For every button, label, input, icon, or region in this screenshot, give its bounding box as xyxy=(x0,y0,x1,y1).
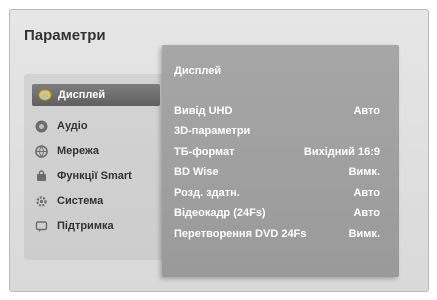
network-icon xyxy=(34,144,48,158)
setting-value: Вимк. xyxy=(348,228,380,240)
setting-label: 3D-параметри xyxy=(174,125,251,137)
setting-label: Перетворення DVD 24Fs xyxy=(174,228,307,240)
setting-resolution[interactable]: Розд. здатн. Авто xyxy=(174,184,380,202)
menu-item-label: Мережа xyxy=(57,145,100,157)
menu-item-label: Дисплей xyxy=(58,89,106,101)
menu-item-smart[interactable]: Функції Smart xyxy=(24,164,174,188)
setting-label: ТБ-формат xyxy=(174,146,235,158)
menu-item-label: Підтримка xyxy=(57,220,114,232)
setting-value: Авто xyxy=(353,187,380,199)
menu-item-label: Система xyxy=(57,195,104,207)
display-settings-panel: Дисплей Вивід UHD Авто 3D-параметри ТБ-ф… xyxy=(162,45,399,277)
setting-tv-format[interactable]: ТБ-формат Вихідний 16:9 xyxy=(174,143,380,161)
page-title: Параметри xyxy=(24,27,106,44)
setting-dvd-24fs[interactable]: Перетворення DVD 24Fs Вимк. xyxy=(174,225,380,243)
setting-video-frame[interactable]: Відеокадр (24Fs) Авто xyxy=(174,204,380,222)
setting-value: Вимк. xyxy=(348,166,380,178)
setting-label: Вивід UHD xyxy=(174,105,233,117)
setting-value: Авто xyxy=(353,105,380,117)
setting-value: Авто xyxy=(353,207,380,219)
setting-value: Вихідний 16:9 xyxy=(303,146,380,158)
settings-screen: Параметри Аудіо Мережа Функції Smart Сис… xyxy=(9,9,429,292)
menu-item-network[interactable]: Мережа xyxy=(24,139,174,163)
menu-item-label: Функції Smart xyxy=(57,170,132,182)
menu-item-support[interactable]: Підтримка xyxy=(24,214,174,238)
setting-label: BD Wise xyxy=(174,166,219,178)
setting-label: Розд. здатн. xyxy=(174,187,240,199)
support-icon xyxy=(34,219,48,233)
menu-item-audio[interactable]: Аудіо xyxy=(24,114,174,138)
setting-3d-params[interactable]: 3D-параметри xyxy=(174,122,380,140)
menu-item-label: Аудіо xyxy=(57,120,88,132)
gear-icon xyxy=(34,194,48,208)
panel-header: Дисплей xyxy=(174,65,222,77)
audio-icon xyxy=(34,119,48,133)
menu-item-system[interactable]: Система xyxy=(24,189,174,213)
setting-bd-wise[interactable]: BD Wise Вимк. xyxy=(174,163,380,181)
setting-label: Відеокадр (24Fs) xyxy=(174,207,266,219)
display-icon xyxy=(38,88,52,102)
smart-icon xyxy=(34,169,48,183)
setting-uhd-output[interactable]: Вивід UHD Авто xyxy=(174,102,380,120)
menu-item-display[interactable]: Дисплей xyxy=(32,84,160,106)
